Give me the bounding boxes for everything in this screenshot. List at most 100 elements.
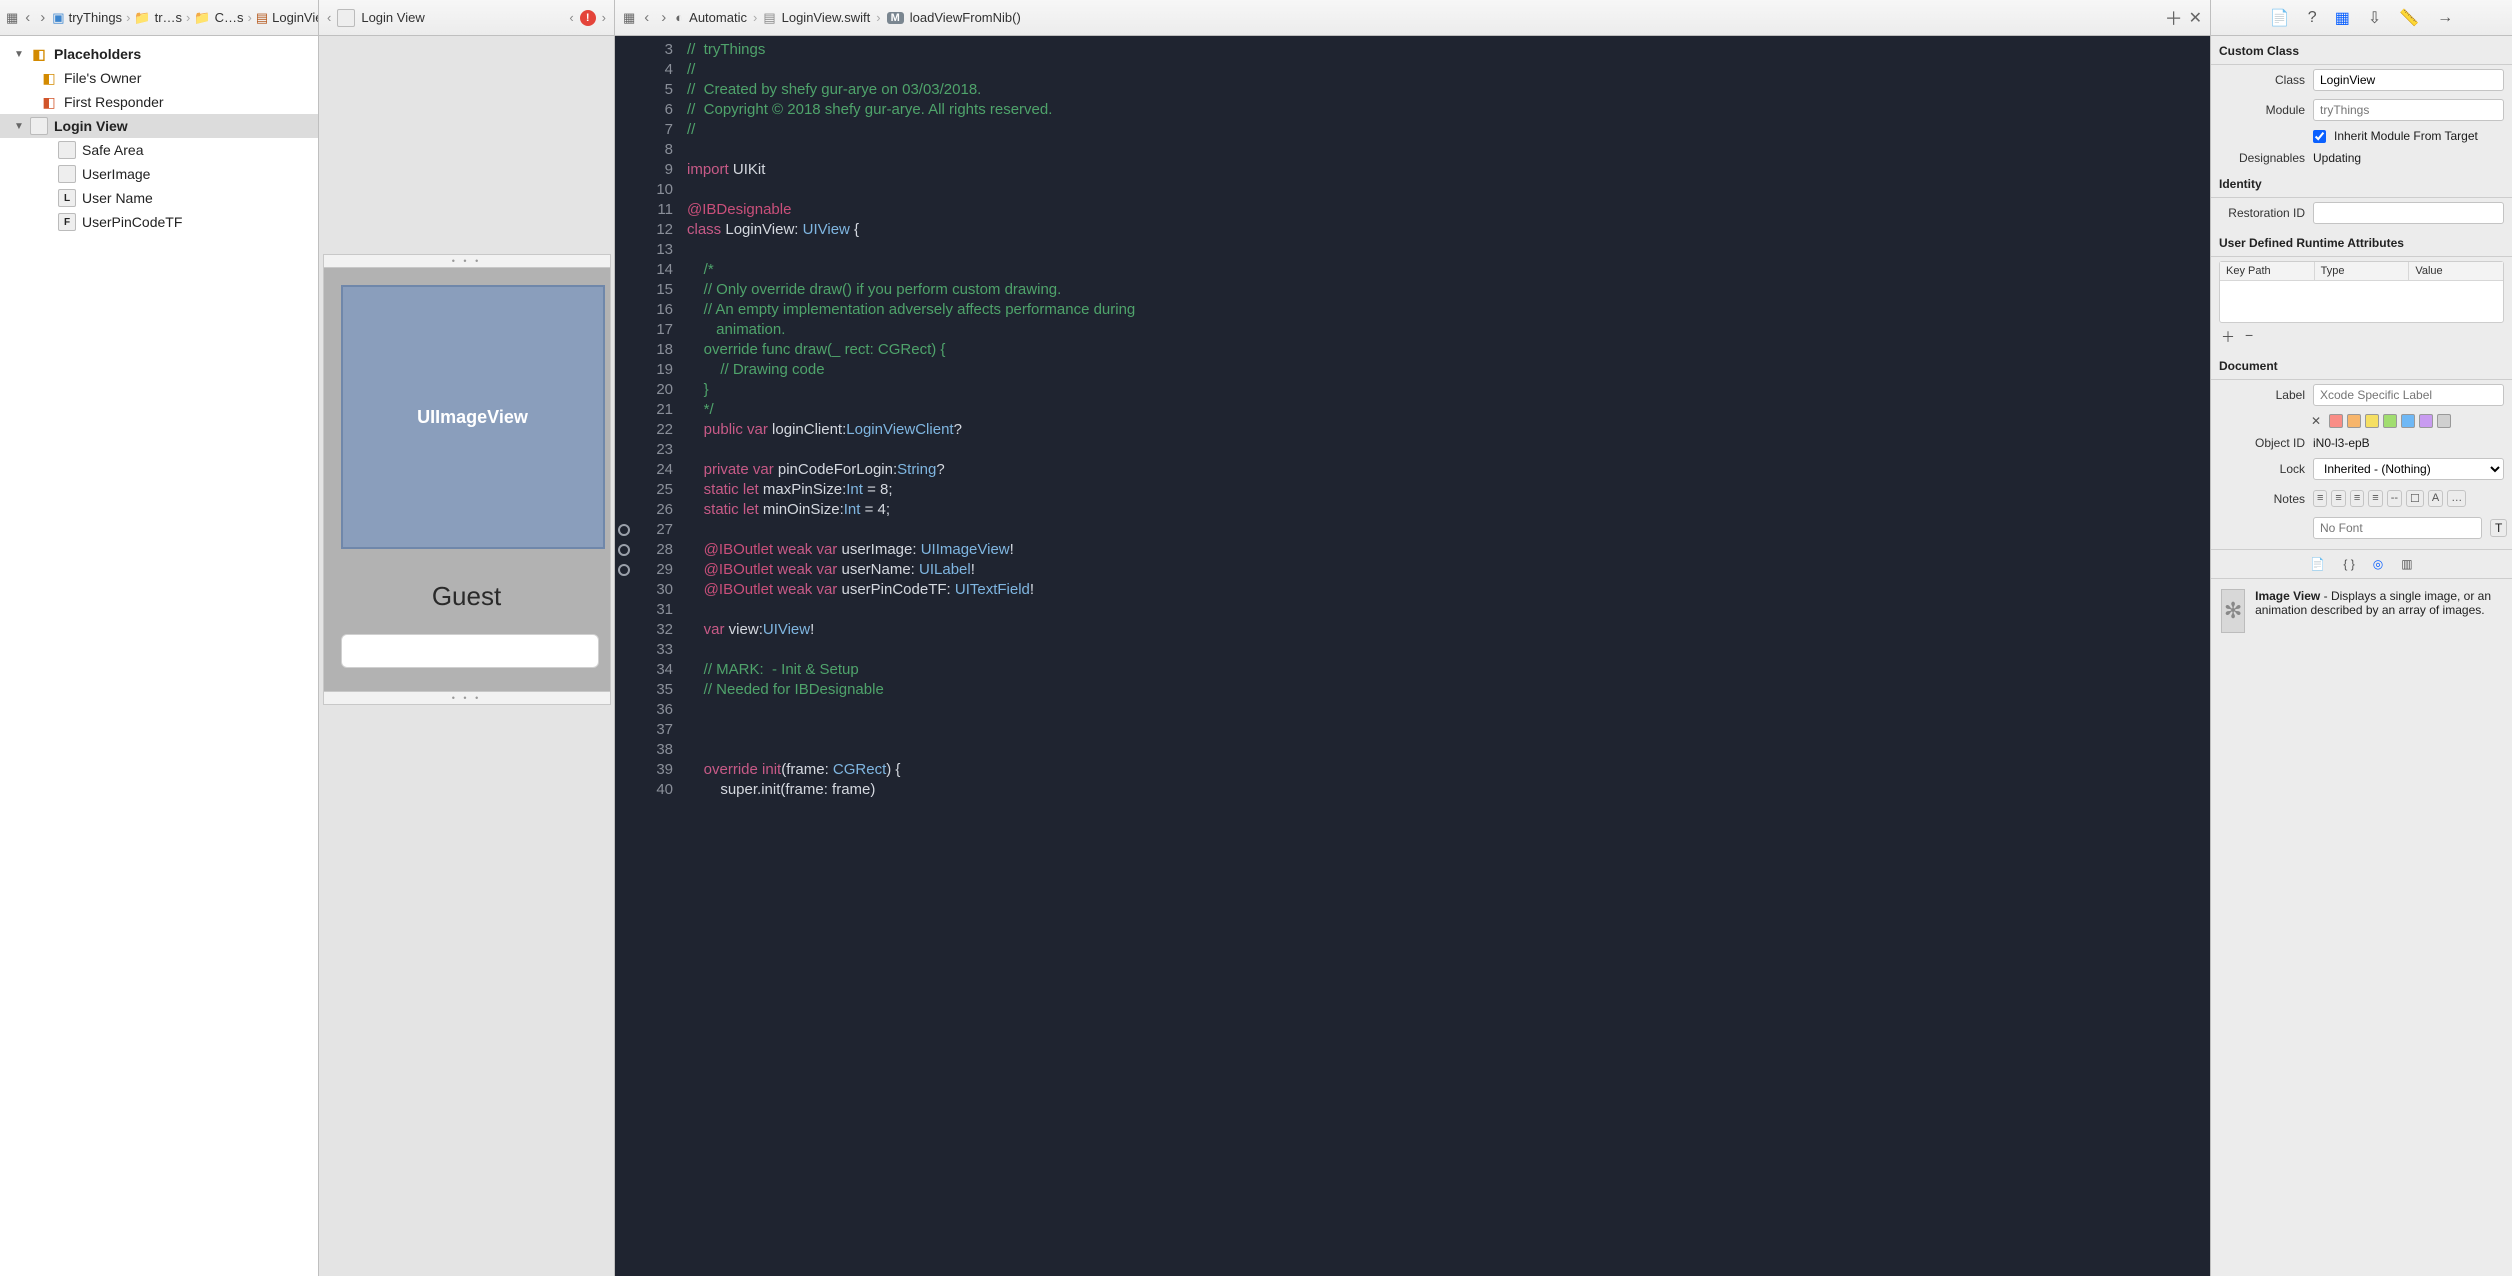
source-text[interactable]: // tryThings//// Created by shefy gur-ar… [683,36,1135,1276]
udra-col-type[interactable]: Type [2315,262,2410,280]
canvas-drag-handle-top[interactable]: • • • [323,254,611,268]
outline-tree[interactable]: ▼ ◧ Placeholders ◧ File's Owner ◧ First … [0,36,318,1276]
lib-media-icon[interactable]: ▥ [2401,557,2412,571]
font-a-icon[interactable]: A [2428,490,2443,507]
grid-icon[interactable]: ▦ [623,10,635,26]
canvas-guest-label[interactable]: Guest [341,581,593,612]
restoration-id-input[interactable] [2313,202,2504,224]
color-swatch[interactable] [2383,414,2397,428]
add-tab-icon[interactable]: ＋ [2165,5,2183,31]
canvas-tabbar: ‹ Login View ‹ ! › [319,0,614,36]
back-icon[interactable]: ‹ [641,9,652,26]
notes-font-input[interactable] [2313,517,2482,539]
inherit-module-checkbox[interactable] [2313,130,2326,143]
forward-icon[interactable]: › [658,9,669,26]
source-editor-pane: ▦ ‹ › ◐ Automatic › ▤ LoginView.swift › … [615,0,2210,1276]
identity-inspector-icon[interactable]: ▦ [2335,8,2350,28]
align-right-icon[interactable]: ≡ [2350,490,2364,507]
class-label: Class [2219,73,2305,87]
size-inspector-icon[interactable]: 📏 [2399,8,2419,28]
lock-label: Lock [2219,462,2305,476]
font-picker-icon[interactable]: T [2490,519,2507,537]
connections-inspector-icon[interactable]: → [2437,9,2453,27]
field-objectid: Object ID iN0-l3-epB [2211,432,2512,454]
outline-safe-area[interactable]: Safe Area [0,138,318,162]
chevron-left-icon[interactable]: ‹ [327,10,331,25]
inspector-tab-strip[interactable]: 📄 ? ▦ ⇩ 📏 → [2211,0,2512,36]
lib-files-icon[interactable]: 📄 [2310,557,2325,571]
color-swatch[interactable] [2329,414,2343,428]
swatch-clear-icon[interactable]: ✕ [2311,414,2321,428]
outline-placeholders[interactable]: ▼ ◧ Placeholders [0,42,318,66]
crumb-project[interactable]: ▣ tryThings › [52,10,130,26]
outline-userimage[interactable]: UserImage [0,162,318,186]
crumb-folder-2[interactable]: 📁 C…s › [194,10,251,26]
safe-area-icon [58,141,76,159]
lib-objects-icon[interactable]: ◎ [2373,557,2383,571]
udra-col-value[interactable]: Value [2409,262,2503,280]
canvas-textfield[interactable] [341,634,599,668]
color-swatch[interactable] [2365,414,2379,428]
forward-icon[interactable]: › [37,9,48,26]
jumpbar-file[interactable]: LoginView.swift [782,10,871,25]
canvas-drag-handle-bottom[interactable]: • • • [323,691,611,705]
udra-table[interactable]: Key Path Type Value [2219,261,2504,323]
interface-builder-canvas[interactable]: • • • UIImageView Guest • • • [319,36,614,1276]
crumb-folder-1[interactable]: 📁 tr…s › [134,10,190,26]
field-notes: Notes ≡ ≡ ≡ ≡ -- ☐ A … [2211,484,2512,513]
chevron-down-icon[interactable]: ▼ [14,121,24,132]
imageview-thumb-icon: ✻ [2221,589,2245,633]
lib-code-icon[interactable]: { } [2343,557,2354,571]
lock-select[interactable]: Inherited - (Nothing) [2313,458,2504,480]
color-swatch[interactable] [2347,414,2361,428]
close-assistant-icon[interactable]: ✕ [2189,8,2202,28]
udra-col-keypath[interactable]: Key Path [2220,262,2315,280]
help-inspector-icon[interactable]: ? [2308,9,2317,27]
color-swatch[interactable] [2419,414,2433,428]
chevron-right-icon[interactable]: › [602,10,606,25]
align-center-icon[interactable]: ≡ [2331,490,2345,507]
grid-icon[interactable]: ▦ [6,10,18,26]
udra-remove-icon[interactable]: − [2245,327,2253,347]
outline-login-view[interactable]: ▼ Login View [0,114,318,138]
back-icon[interactable]: ‹ [22,9,33,26]
align-justify-icon[interactable]: ≡ [2368,490,2382,507]
source-editor[interactable]: 3456789101112131415161718192021222324252… [615,36,2210,1276]
module-input[interactable] [2313,99,2504,121]
canvas-tab-label[interactable]: Login View [361,10,424,25]
doc-label-input[interactable] [2313,384,2504,406]
canvas-uiimageview[interactable]: UIImageView [341,285,605,549]
jumpbar-method[interactable]: loadViewFromNib() [910,10,1021,25]
text-style-icon[interactable]: -- [2387,490,2402,507]
color-swatch[interactable] [2437,414,2451,428]
class-input[interactable] [2313,69,2504,91]
cube-icon: ◧ [40,93,58,111]
breakpoint-gutter[interactable] [615,36,633,1276]
color-swatch[interactable] [2401,414,2415,428]
library-item-image-view[interactable]: ✻ Image View - Displays a single image, … [2211,579,2512,643]
counterparts-icon[interactable]: ◐ [675,10,683,25]
jumpbar[interactable]: ▦ ‹ › ◐ Automatic › ▤ LoginView.swift › … [615,0,2210,36]
box-icon[interactable]: ☐ [2406,490,2424,507]
crumb-xib[interactable]: ▤ LoginView.xib [256,10,318,26]
library-tabstrip[interactable]: 📄 { } ◎ ▥ [2211,549,2512,579]
attributes-inspector-icon[interactable]: ⇩ [2368,8,2381,28]
more-icon[interactable]: … [2447,490,2466,507]
outline-first-responder[interactable]: ◧ First Responder [0,90,318,114]
outline-userpintf[interactable]: F UserPinCodeTF [0,210,318,234]
outline-files-owner[interactable]: ◧ File's Owner [0,66,318,90]
outline-username[interactable]: L User Name [0,186,318,210]
error-indicator-icon[interactable]: ! [580,10,596,26]
outline-pathbar[interactable]: ▦ ‹ › ▣ tryThings › 📁 tr…s › 📁 C…s › ▤ L… [0,0,318,36]
jumpbar-automatic[interactable]: Automatic [689,10,747,25]
chevron-down-icon[interactable]: ▼ [14,49,24,60]
line-number-gutter[interactable]: 3456789101112131415161718192021222324252… [633,36,683,1276]
udra-add-icon[interactable]: ＋ [2221,327,2235,347]
outline-label: First Responder [64,94,164,110]
color-swatches: ✕ [2211,410,2512,432]
textfield-icon: F [58,213,76,231]
align-left-icon[interactable]: ≡ [2313,490,2327,507]
library-item-desc: Image View - Displays a single image, or… [2255,589,2502,633]
file-inspector-icon[interactable]: 📄 [2270,8,2290,28]
chevron-left-icon[interactable]: ‹ [569,10,573,25]
